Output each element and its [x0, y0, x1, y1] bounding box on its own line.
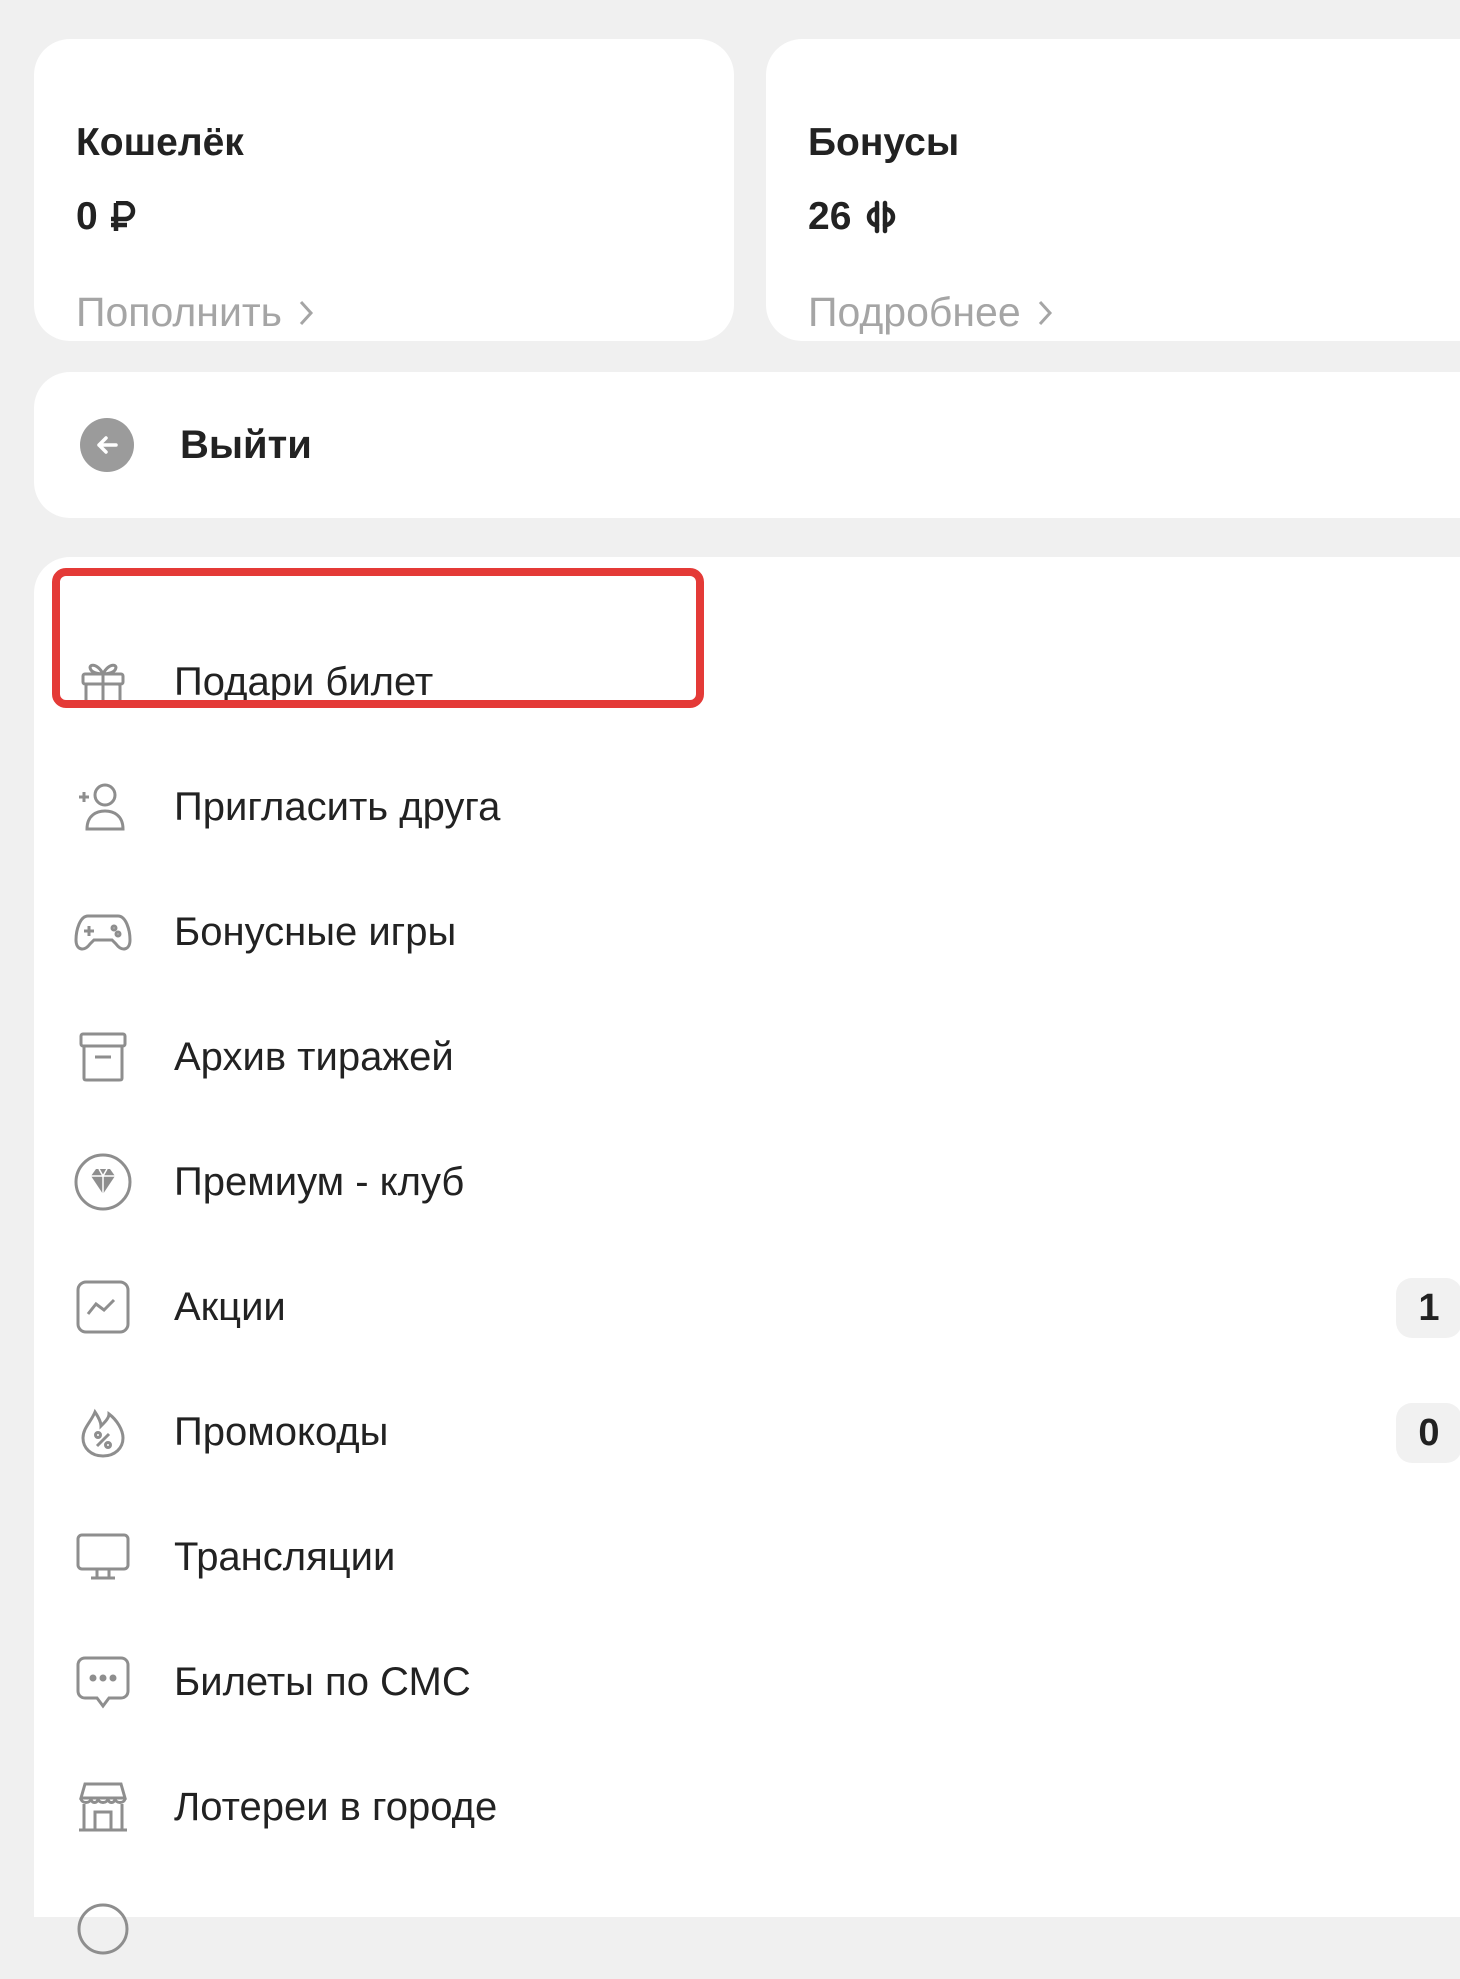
archive-box-icon — [72, 1026, 134, 1088]
profile-menu: Подари билет Пригласить друга Бонусные и… — [34, 557, 1460, 1955]
store-icon — [72, 1776, 134, 1838]
menu-item-premium-club[interactable]: Премиум - клуб — [72, 1132, 1460, 1232]
menu-item-invite-friend[interactable]: Пригласить друга — [72, 757, 1460, 857]
wallet-amount: 0 — [76, 195, 98, 238]
menu-item-city-lotteries[interactable]: Лотереи в городе — [72, 1757, 1460, 1857]
bonus-amount: 26 — [808, 195, 852, 238]
chevron-right-icon — [298, 299, 314, 327]
promocodes-count-badge: 0 — [1396, 1403, 1460, 1463]
add-user-icon — [72, 776, 134, 838]
logout-card: Выйти — [34, 372, 1460, 518]
menu-item-label: Архив тиражей — [174, 1034, 454, 1079]
menu-item-partial[interactable] — [72, 1879, 1460, 1979]
diamond-circle-icon — [72, 1151, 134, 1213]
menu-item-bonus-games[interactable]: Бонусные игры — [72, 882, 1460, 982]
arrow-left-circle-icon — [80, 418, 134, 472]
circle-icon — [72, 1898, 134, 1960]
chevron-right-icon — [1037, 299, 1053, 327]
logout-button[interactable]: Выйти — [80, 418, 312, 472]
menu-item-gift-ticket[interactable]: Подари билет — [72, 632, 1460, 732]
bonus-balance: 26 — [808, 195, 899, 239]
menu-item-label: Премиум - клуб — [174, 1159, 465, 1204]
wallet-title: Кошелёк — [76, 121, 244, 164]
promo-chart-icon — [72, 1276, 134, 1338]
wallet-balance: 0 — [76, 195, 136, 239]
menu-item-label: Подари билет — [174, 659, 434, 704]
chat-bubble-icon — [72, 1651, 134, 1713]
monitor-icon — [72, 1526, 134, 1588]
menu-item-label: Трансляции — [174, 1534, 396, 1579]
discount-flame-icon — [72, 1401, 134, 1463]
logout-label: Выйти — [180, 422, 312, 467]
menu-item-promocodes[interactable]: Промокоды 0 — [72, 1382, 1460, 1482]
menu-item-promotions[interactable]: Акции 1 — [72, 1257, 1460, 1357]
menu-item-label: Бонусные игры — [174, 909, 457, 954]
wallet-card: Кошелёк 0 Пополнить — [34, 39, 734, 341]
menu-item-label: Билеты по СМС — [174, 1659, 471, 1704]
menu-item-label: Промокоды — [174, 1409, 389, 1454]
ruble-icon — [110, 201, 136, 233]
menu-item-label: Акции — [174, 1284, 286, 1329]
gift-icon — [72, 651, 134, 713]
menu-item-draw-archive[interactable]: Архив тиражей — [72, 1007, 1460, 1107]
bonus-title: Бонусы — [808, 121, 960, 164]
menu-item-label: Лотереи в городе — [174, 1784, 498, 1829]
topup-label: Пополнить — [76, 289, 282, 335]
details-label: Подробнее — [808, 289, 1021, 335]
promotions-count-badge: 1 — [1396, 1278, 1460, 1338]
menu-item-sms-tickets[interactable]: Билеты по СМС — [72, 1632, 1460, 1732]
menu-item-label: Пригласить друга — [174, 784, 501, 829]
menu-item-broadcasts[interactable]: Трансляции — [72, 1507, 1460, 1607]
details-link[interactable]: Подробнее — [808, 289, 1053, 336]
gamepad-icon — [72, 901, 134, 963]
bonus-coin-icon — [863, 199, 899, 235]
topup-link[interactable]: Пополнить — [76, 289, 314, 336]
bonus-card: Бонусы 26 Подробнее — [766, 39, 1460, 341]
